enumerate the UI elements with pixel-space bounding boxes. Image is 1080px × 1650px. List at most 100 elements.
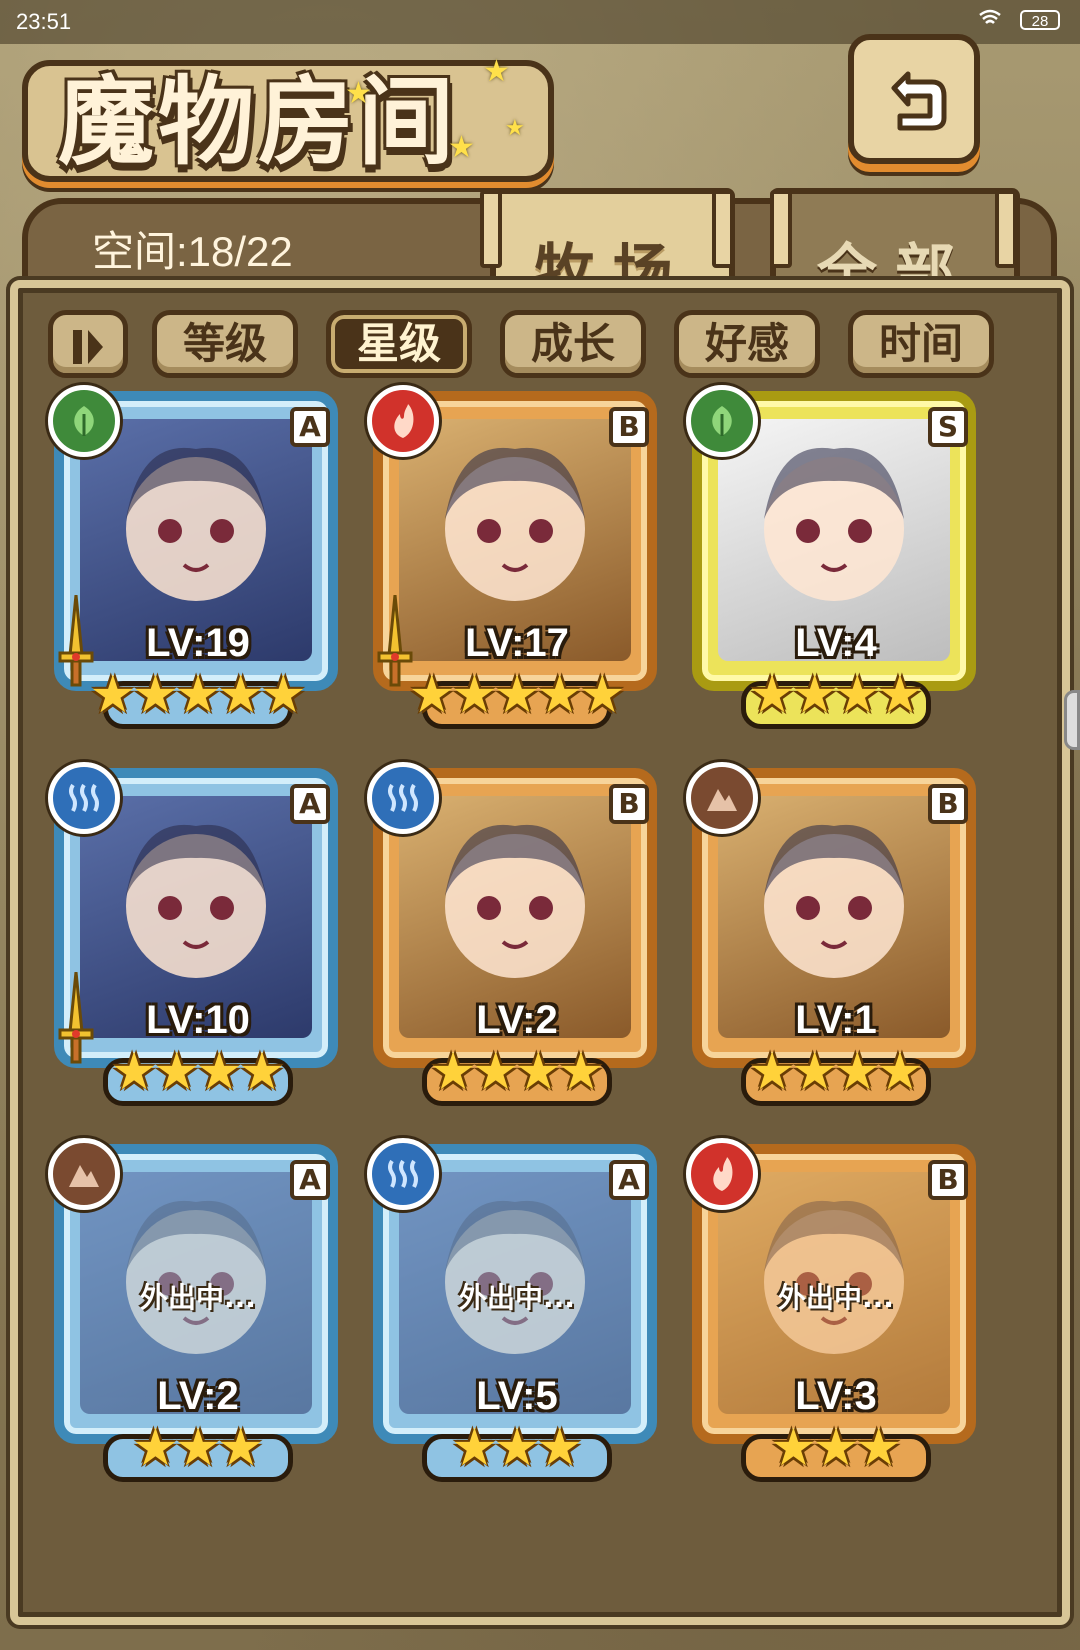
star-icon: ★ <box>812 1418 860 1478</box>
sort-level-button[interactable]: 等级 <box>152 310 298 378</box>
star-icon: ★ <box>238 1042 286 1102</box>
monster-card[interactable]: A LV:19 ★★★★★ <box>48 385 348 730</box>
sort-star-button[interactable]: 星级 <box>326 310 472 378</box>
star-icon: ★ <box>578 665 626 725</box>
monster-card[interactable]: A LV:10 ★★★★ <box>48 762 348 1107</box>
star-icon: ★ <box>259 665 307 725</box>
star-icon: ★ <box>89 665 137 725</box>
monster-card[interactable]: B LV:17 ★★★★★ <box>367 385 667 730</box>
sort-affinity-button[interactable]: 好感 <box>674 310 820 378</box>
earth-element-icon <box>686 762 758 834</box>
star-rating: ★★★★ <box>48 1044 348 1104</box>
star-icon: ★ <box>834 1042 881 1102</box>
star-icon: ★ <box>132 665 179 725</box>
star-icon: ★ <box>536 1418 583 1478</box>
fire-element-icon <box>367 385 439 457</box>
star-icon: ★ <box>748 665 796 725</box>
monster-card[interactable]: A 外出中... LV:2 ★★★ <box>48 1138 348 1483</box>
back-button[interactable] <box>848 34 980 164</box>
star-icon: ★ <box>132 1418 179 1478</box>
page-title: 魔物房间 <box>58 66 458 178</box>
star-icon: ★ <box>174 665 222 725</box>
star-icon: ★ <box>493 665 541 725</box>
star-rating: ★★★ <box>686 1420 986 1480</box>
tab-post <box>712 190 734 268</box>
star-rating: ★★★★ <box>367 1044 667 1104</box>
grass-element-icon <box>686 385 758 457</box>
star-icon: ★ <box>196 1042 243 1102</box>
star-icon: ★ <box>515 1042 562 1102</box>
star-decoration-icon: ★ <box>505 116 525 141</box>
sort-time-button[interactable]: 时间 <box>848 310 994 378</box>
star-icon: ★ <box>451 1418 498 1478</box>
pause-icon <box>73 330 103 364</box>
monster-card[interactable]: B 外出中... LV:3 ★★★ <box>686 1138 986 1483</box>
monster-level: LV:1 <box>795 998 877 1042</box>
star-rating: ★★★ <box>48 1420 348 1480</box>
water-element-icon <box>48 762 120 834</box>
star-icon: ★ <box>429 1042 477 1102</box>
monster-level: LV:3 <box>795 1374 877 1418</box>
star-icon: ★ <box>791 1042 838 1102</box>
rank-badge: B <box>928 784 968 824</box>
fire-element-icon <box>686 1138 758 1210</box>
rank-badge: A <box>290 407 330 447</box>
monster-level: LV:4 <box>795 621 877 665</box>
star-icon: ★ <box>217 665 264 725</box>
star-icon: ★ <box>153 1042 200 1102</box>
monster-level: LV:2 <box>157 1374 239 1418</box>
star-icon: ★ <box>174 1418 222 1478</box>
rank-badge: A <box>609 1160 649 1200</box>
star-icon: ★ <box>791 665 838 725</box>
star-rating: ★★★★★ <box>367 667 667 727</box>
away-status: 外出中... <box>459 1281 575 1314</box>
earth-element-icon <box>48 1138 120 1210</box>
star-decoration-icon: ★ <box>448 130 475 165</box>
away-status: 外出中... <box>778 1281 894 1314</box>
rank-badge: S <box>928 407 968 447</box>
monster-level: LV:5 <box>476 1374 558 1418</box>
rank-badge: A <box>290 1160 330 1200</box>
star-icon: ★ <box>876 665 924 725</box>
status-time: 23:51 <box>16 9 72 34</box>
monster-card[interactable]: S LV:4 ★★★★ <box>686 385 986 730</box>
wifi-icon <box>979 9 1001 24</box>
star-icon: ★ <box>451 665 498 725</box>
star-decoration-icon: ★ <box>483 54 510 89</box>
star-rating: ★★★★ <box>686 667 986 727</box>
star-icon: ★ <box>408 665 456 725</box>
side-handle[interactable] <box>1064 690 1080 750</box>
star-icon: ★ <box>493 1418 541 1478</box>
star-icon: ★ <box>748 1042 796 1102</box>
star-icon: ★ <box>472 1042 519 1102</box>
star-icon: ★ <box>834 665 881 725</box>
monster-card[interactable]: A 外出中... LV:5 ★★★ <box>367 1138 667 1483</box>
star-icon: ★ <box>557 1042 605 1102</box>
battery-icon: 28 <box>1020 10 1060 30</box>
monster-level: LV:17 <box>465 621 569 665</box>
monster-level: LV:2 <box>476 998 558 1042</box>
tab-post <box>480 190 502 268</box>
rank-badge: B <box>609 784 649 824</box>
monster-card[interactable]: B LV:2 ★★★★ <box>367 762 667 1107</box>
pause-button[interactable] <box>48 310 128 378</box>
star-rating: ★★★ <box>367 1420 667 1480</box>
star-icon: ★ <box>855 1418 902 1478</box>
rank-badge: B <box>928 1160 968 1200</box>
star-icon: ★ <box>536 665 583 725</box>
monster-level: LV:10 <box>146 998 250 1042</box>
star-icon: ★ <box>876 1042 924 1102</box>
sort-growth-button[interactable]: 成长 <box>500 310 646 378</box>
water-element-icon <box>367 1138 439 1210</box>
water-element-icon <box>367 762 439 834</box>
rank-badge: A <box>290 784 330 824</box>
return-arrow-icon <box>891 71 947 131</box>
star-icon: ★ <box>110 1042 158 1102</box>
tab-post <box>995 190 1017 268</box>
tab-post <box>770 190 792 268</box>
monster-level: LV:19 <box>146 621 250 665</box>
star-rating: ★★★★ <box>686 1044 986 1104</box>
away-status: 外出中... <box>140 1281 256 1314</box>
star-decoration-icon: ★ <box>345 76 372 111</box>
monster-card[interactable]: B LV:1 ★★★★ <box>686 762 986 1107</box>
